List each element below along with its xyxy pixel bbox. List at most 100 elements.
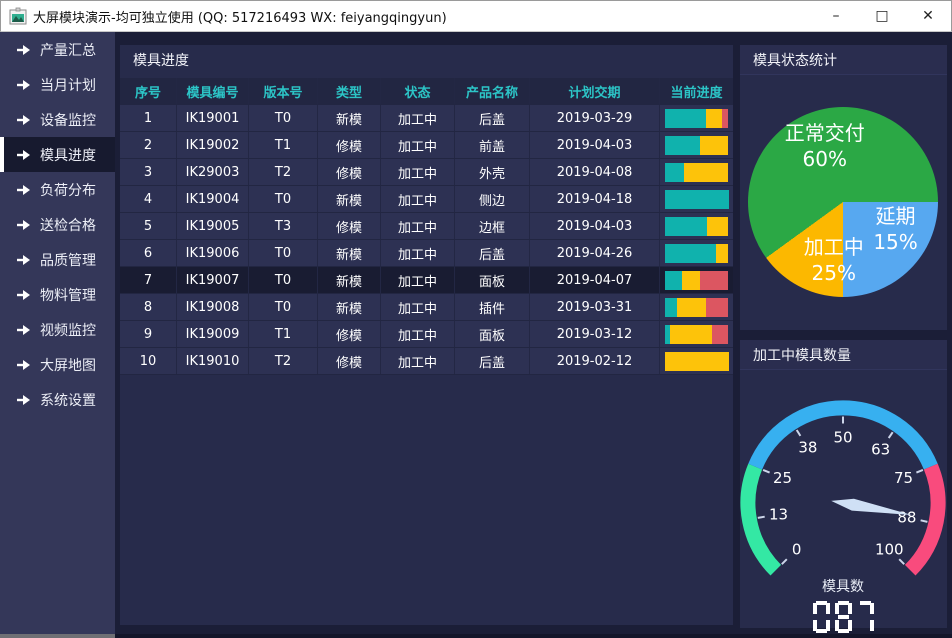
sidebar: 产量汇总 当月计划 设备监控 模具进度 负荷分布 送检合格 品质管理 物料管理 … [0, 32, 115, 634]
progress-segment-teal [665, 271, 683, 290]
sidebar-item-label: 大屏地图 [40, 355, 96, 375]
svg-text:63: 63 [871, 440, 890, 458]
table-row[interactable]: 2IK19002T1修模加工中前盖2019-04-03 [120, 132, 733, 159]
arrow-right-icon [16, 394, 31, 406]
cell-status: 加工中 [381, 132, 455, 158]
cell-product: 侧边 [455, 186, 530, 212]
sidebar-item-label: 视频监控 [40, 320, 96, 340]
column-header: 序号 [120, 78, 177, 104]
progress-segment-teal [665, 244, 716, 263]
cell-type: 修模 [318, 348, 381, 374]
table-header-row: 序号模具编号版本号类型状态产品名称计划交期当前进度 [120, 78, 733, 105]
svg-text:25: 25 [773, 469, 792, 487]
progress-bar [665, 244, 729, 263]
cell-progress [660, 186, 733, 212]
cell-due: 2019-04-08 [530, 159, 660, 185]
progress-bar [665, 217, 729, 236]
sidebar-item-label: 送检合格 [40, 215, 96, 235]
progress-segment-yellow [682, 271, 699, 290]
cell-progress [660, 105, 733, 131]
cell-due: 2019-04-03 [530, 213, 660, 239]
processing-count-panel-title: 加工中模具数量 [740, 340, 947, 370]
sidebar-item-material-management[interactable]: 物料管理 [0, 277, 115, 312]
slice-percent: 15% [873, 229, 917, 255]
svg-text:88: 88 [897, 508, 916, 526]
sidebar-item-mold-progress[interactable]: 模具进度 [0, 137, 115, 172]
sidebar-item-load-distribution[interactable]: 负荷分布 [0, 172, 115, 207]
cell-type: 修模 [318, 321, 381, 347]
mold-status-pie-chart: 正常交付 60%延期 15%加工中 25% [748, 107, 938, 297]
column-header: 类型 [318, 78, 381, 104]
cell-version: T0 [249, 240, 318, 266]
sidebar-item-device-monitor[interactable]: 设备监控 [0, 102, 115, 137]
column-header: 计划交期 [530, 78, 660, 104]
sidebar-item-label: 模具进度 [40, 145, 96, 165]
cell-progress [660, 294, 733, 320]
sidebar-item-quality-management[interactable]: 品质管理 [0, 242, 115, 277]
processing-count-gauge: 013253850637588100 模具数 [738, 398, 948, 623]
progress-segment-yellow [700, 136, 729, 155]
cell-type: 新模 [318, 186, 381, 212]
cell-type: 新模 [318, 294, 381, 320]
cell-code: IK19006 [177, 240, 249, 266]
cell-version: T0 [249, 186, 318, 212]
progress-segment-yellow [677, 298, 706, 317]
table-row[interactable]: 5IK19005T3修模加工中边框2019-04-03 [120, 213, 733, 240]
table-row[interactable]: 4IK19004T0新模加工中侧边2019-04-18 [120, 186, 733, 213]
slice-name: 加工中 [804, 234, 864, 260]
sidebar-item-label: 品质管理 [40, 250, 96, 270]
cell-type: 新模 [318, 240, 381, 266]
window-controls: – □ ✕ [813, 1, 951, 31]
sidebar-item-production-summary[interactable]: 产量汇总 [0, 32, 115, 67]
table-row[interactable]: 1IK19001T0新模加工中后盖2019-03-29 [120, 105, 733, 132]
cell-status: 加工中 [381, 240, 455, 266]
progress-bar [665, 352, 729, 371]
cell-version: T2 [249, 348, 318, 374]
sidebar-item-system-settings[interactable]: 系统设置 [0, 382, 115, 417]
table-row[interactable]: 10IK19010T2修模加工中后盖2019-02-12 [120, 348, 733, 375]
arrow-right-icon [16, 44, 31, 56]
slice-name: 延期 [873, 203, 917, 229]
cell-due: 2019-03-12 [530, 321, 660, 347]
cell-version: T1 [249, 132, 318, 158]
cell-seq: 9 [120, 321, 177, 347]
cell-seq: 7 [120, 267, 177, 293]
progress-segment-teal [665, 109, 707, 128]
cell-version: T0 [249, 267, 318, 293]
mold-status-panel: 模具状态统计 正常交付 60%延期 15%加工中 25% [740, 45, 947, 330]
svg-text:0: 0 [792, 540, 802, 558]
cell-code: IK19002 [177, 132, 249, 158]
column-header: 当前进度 [660, 78, 733, 104]
table-row[interactable]: 9IK19009T1修模加工中面板2019-03-12 [120, 321, 733, 348]
arrow-right-icon [16, 289, 31, 301]
cell-status: 加工中 [381, 213, 455, 239]
cell-progress [660, 348, 733, 374]
table-row[interactable]: 6IK19006T0新模加工中后盖2019-04-26 [120, 240, 733, 267]
cell-status: 加工中 [381, 105, 455, 131]
table-row[interactable]: 3IK29003T2修模加工中外壳2019-04-08 [120, 159, 733, 186]
progress-segment-red [712, 325, 728, 344]
arrow-right-icon [16, 359, 31, 371]
arrow-right-icon [16, 324, 31, 336]
progress-segment-teal [665, 163, 684, 182]
sidebar-item-big-screen-map[interactable]: 大屏地图 [0, 347, 115, 382]
cell-seq: 10 [120, 348, 177, 374]
seven-segment-digit [835, 601, 852, 633]
cell-code: IK19001 [177, 105, 249, 131]
sidebar-item-video-monitor[interactable]: 视频监控 [0, 312, 115, 347]
maximize-button[interactable]: □ [859, 1, 905, 31]
progress-segment-yellow [684, 163, 729, 182]
cell-seq: 6 [120, 240, 177, 266]
svg-text:50: 50 [833, 429, 852, 447]
sidebar-item-monthly-plan[interactable]: 当月计划 [0, 67, 115, 102]
arrow-right-icon [16, 149, 31, 161]
table-row[interactable]: 7IK19007T0新模加工中面板2019-04-07 [120, 267, 733, 294]
minimize-button[interactable]: – [813, 1, 859, 31]
close-button[interactable]: ✕ [905, 1, 951, 31]
table-row[interactable]: 8IK19008T0新模加工中插件2019-03-31 [120, 294, 733, 321]
sidebar-item-inspection-pass[interactable]: 送检合格 [0, 207, 115, 242]
cell-status: 加工中 [381, 186, 455, 212]
cell-progress [660, 159, 733, 185]
progress-segment-teal [665, 190, 729, 209]
window-title: 大屏模块演示-均可独立使用 (QQ: 517216493 WX: feiyang… [33, 7, 447, 26]
